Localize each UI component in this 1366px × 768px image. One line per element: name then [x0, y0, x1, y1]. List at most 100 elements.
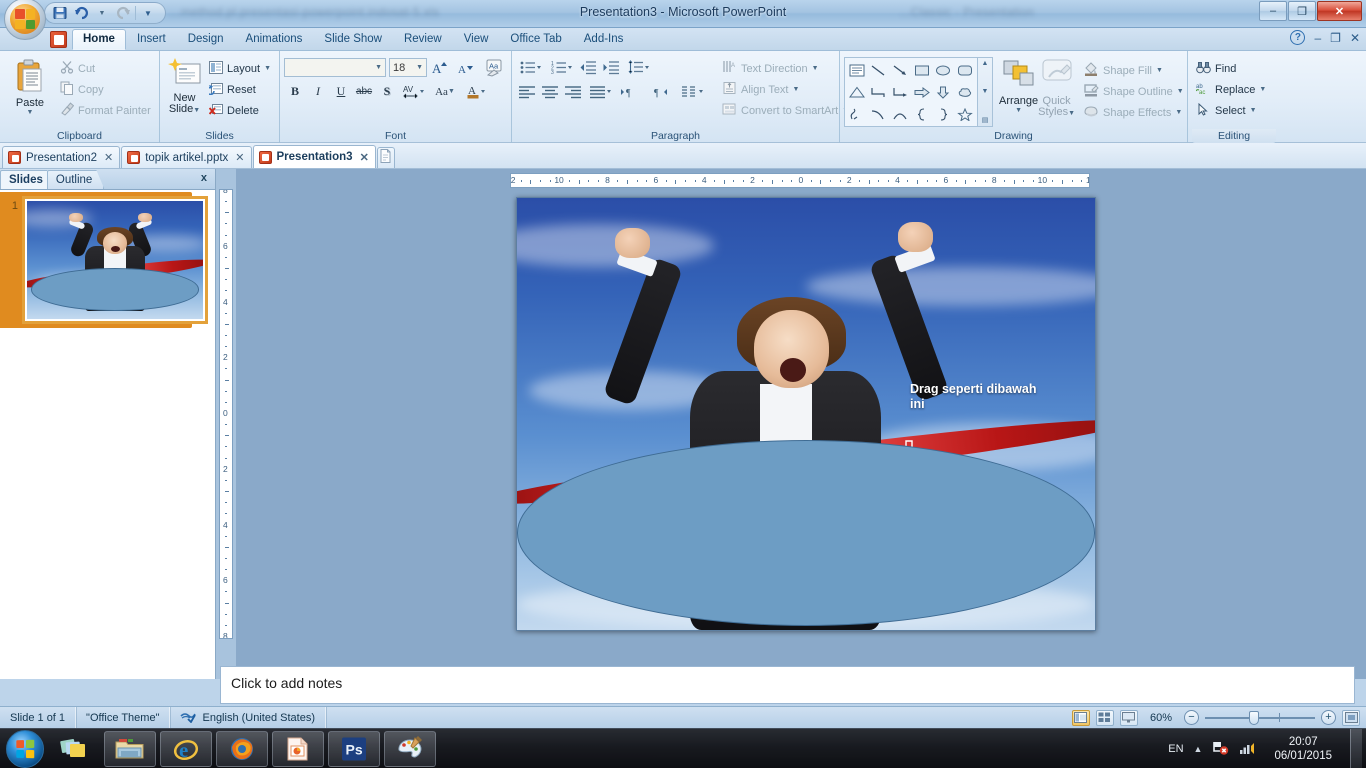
- character-spacing-button[interactable]: AV: [399, 81, 429, 102]
- aero-stack-icon[interactable]: [48, 731, 100, 767]
- ribbon-tab-animations[interactable]: Animations: [235, 29, 314, 50]
- ribbon-tab-slide-show[interactable]: Slide Show: [313, 29, 393, 50]
- increase-indent-button[interactable]: [601, 57, 623, 78]
- zoom-slider[interactable]: [1205, 710, 1315, 725]
- notes-pane[interactable]: Click to add notes: [220, 666, 1355, 704]
- windows-start-icon[interactable]: [6, 729, 44, 768]
- slide-thumbnail-1[interactable]: [22, 196, 208, 324]
- shape-right-arrow-icon[interactable]: [911, 81, 933, 103]
- save-icon[interactable]: [51, 5, 69, 22]
- find-button[interactable]: Find: [1192, 58, 1270, 79]
- shape-scribble-icon[interactable]: [846, 103, 868, 125]
- shape-rounded-rectangle-icon[interactable]: [954, 59, 976, 81]
- shape-curve-icon[interactable]: [868, 103, 890, 125]
- shape-rectangle-icon[interactable]: [911, 59, 933, 81]
- document-tab-topik-artikel[interactable]: topik artikel.pptx ✕: [121, 146, 252, 168]
- doc-restore-button[interactable]: ❐: [1330, 31, 1341, 45]
- photoshop-icon[interactable]: Ps: [328, 730, 380, 767]
- document-tab-close-icon[interactable]: ✕: [104, 151, 113, 164]
- line-spacing-button[interactable]: [624, 57, 654, 78]
- volume-icon[interactable]: [1239, 740, 1256, 758]
- shapes-gallery[interactable]: [844, 57, 978, 127]
- status-slide-info[interactable]: Slide 1 of 1: [0, 706, 77, 729]
- slide-edit-region[interactable]: 12 10 8 6 4 2 0 2 4 6 8 10 12: [236, 169, 1366, 679]
- shape-oval-icon[interactable]: [933, 59, 955, 81]
- ellipse-shape[interactable]: [517, 439, 1095, 626]
- justify-button[interactable]: [585, 81, 615, 102]
- office-button[interactable]: [4, 0, 46, 40]
- shape-cloud-callout-icon[interactable]: [954, 81, 976, 103]
- customize-qat-icon[interactable]: ▼: [139, 5, 157, 22]
- bullets-button[interactable]: [516, 57, 546, 78]
- doc-close-button[interactable]: ✕: [1350, 31, 1360, 45]
- shape-triangle-icon[interactable]: [846, 81, 868, 103]
- change-case-button[interactable]: Aa ▼: [430, 81, 460, 102]
- internet-explorer-icon[interactable]: e: [160, 730, 212, 767]
- ribbon-tab-review[interactable]: Review: [393, 29, 453, 50]
- underline-button[interactable]: U: [330, 81, 352, 102]
- font-name-input[interactable]: ▼: [284, 58, 386, 77]
- ribbon-tab-home[interactable]: Home: [72, 29, 126, 50]
- close-pane-icon[interactable]: x: [201, 172, 207, 184]
- status-language[interactable]: English (United States): [170, 706, 326, 729]
- windows-explorer-icon[interactable]: [104, 730, 156, 767]
- shapes-gallery-scrollbar[interactable]: ▲ ▼ ▤: [978, 57, 993, 127]
- document-tab-presentation2[interactable]: Presentation2 ✕: [2, 146, 121, 168]
- copy-button[interactable]: Copy: [56, 79, 155, 100]
- replace-button[interactable]: ab ac Replace ▼: [1192, 79, 1270, 100]
- restore-button[interactable]: ❐: [1288, 1, 1316, 21]
- new-document-tab-button[interactable]: [376, 147, 395, 168]
- columns-button[interactable]: [678, 81, 708, 102]
- powerpoint-icon[interactable]: [272, 730, 324, 767]
- text-direction-rtl-button[interactable]: ¶: [647, 81, 677, 102]
- minimize-button[interactable]: –: [1259, 1, 1287, 21]
- shape-textbox-icon[interactable]: [846, 59, 868, 81]
- ribbon-tab-add-ins[interactable]: Add-Ins: [573, 29, 635, 50]
- doc-minimize-button[interactable]: –: [1314, 31, 1321, 45]
- shape-elbow-arrow-icon[interactable]: [889, 81, 911, 103]
- shape-arrow-icon[interactable]: [889, 59, 911, 81]
- align-right-button[interactable]: [562, 81, 584, 102]
- font-size-input[interactable]: 18 ▼: [389, 58, 427, 77]
- shape-right-brace-icon[interactable]: [933, 103, 955, 125]
- align-text-button[interactable]: Align Text ▼: [718, 79, 853, 100]
- pane-tab-slides[interactable]: Slides: [0, 170, 55, 189]
- text-direction-button[interactable]: A Text Direction ▼: [718, 58, 853, 79]
- document-tab-presentation3[interactable]: Presentation3 ✕: [252, 145, 376, 168]
- ribbon-tab-office-tab[interactable]: Office Tab: [499, 29, 572, 50]
- ribbon-tab-view[interactable]: View: [453, 29, 500, 50]
- slide-thumbnail-list[interactable]: 1: [0, 190, 215, 679]
- undo-dropdown-icon[interactable]: ▼: [93, 5, 111, 22]
- align-center-button[interactable]: [539, 81, 561, 102]
- shape-arc-icon[interactable]: [889, 103, 911, 125]
- normal-view-icon[interactable]: [1071, 709, 1090, 726]
- document-tab-close-icon[interactable]: ✕: [360, 151, 369, 164]
- shape-down-arrow-icon[interactable]: [933, 81, 955, 103]
- slide-canvas[interactable]: Drag seperti dibawah ini: [516, 197, 1096, 631]
- undo-icon[interactable]: [72, 5, 90, 22]
- language-indicator[interactable]: EN: [1168, 743, 1183, 755]
- layout-button[interactable]: Layout ▼: [205, 58, 275, 79]
- pane-tab-outline[interactable]: Outline: [47, 170, 104, 189]
- shape-star-icon[interactable]: [954, 103, 976, 125]
- delete-slide-button[interactable]: Delete: [205, 100, 275, 121]
- italic-button[interactable]: I: [307, 81, 329, 102]
- zoom-in-button[interactable]: +: [1321, 710, 1336, 725]
- shape-outline-button[interactable]: Shape Outline ▼: [1079, 81, 1188, 102]
- network-error-icon[interactable]: [1212, 739, 1229, 758]
- slide-show-icon[interactable]: [1119, 709, 1138, 726]
- quick-styles-button[interactable]: Quick Styles▼: [1038, 57, 1075, 119]
- scroll-up-icon[interactable]: ▲: [982, 60, 989, 67]
- bold-button[interactable]: B: [284, 81, 306, 102]
- paint-icon[interactable]: [384, 730, 436, 767]
- ribbon-tab-design[interactable]: Design: [177, 29, 235, 50]
- firefox-icon[interactable]: [216, 730, 268, 767]
- shape-effects-button[interactable]: Shape Effects ▼: [1079, 102, 1188, 123]
- align-left-button[interactable]: [516, 81, 538, 102]
- clear-formatting-button[interactable]: Aa: [480, 57, 510, 78]
- font-color-button[interactable]: A: [461, 81, 491, 102]
- zoom-slider-handle[interactable]: [1249, 710, 1259, 725]
- paste-button[interactable]: Paste ▼: [4, 54, 56, 116]
- slide-sorter-icon[interactable]: [1095, 709, 1114, 726]
- ribbon-tab-insert[interactable]: Insert: [126, 29, 177, 50]
